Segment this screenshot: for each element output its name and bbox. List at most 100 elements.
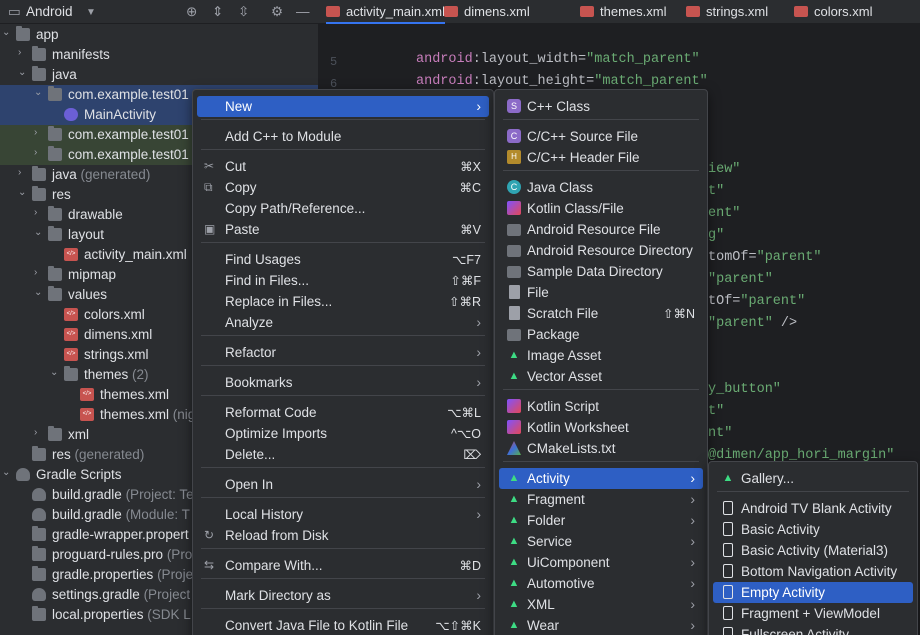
tree-item-java[interactable]: ⌄ java: [0, 65, 318, 85]
menu-item-kotlin-script[interactable]: Kotlin Script: [499, 396, 703, 417]
project-view-selector[interactable]: Android: [26, 4, 73, 19]
tab-dimens-xml[interactable]: dimens.xml: [444, 0, 530, 24]
code-line-fragment[interactable]: "parent" />: [708, 316, 797, 331]
menu-item-android-resource-directory[interactable]: Android Resource Directory: [499, 240, 703, 261]
code-line[interactable]: android:layout_width="match_parent": [416, 52, 700, 67]
menu-item-folder[interactable]: ▲ Folder ›: [499, 510, 703, 531]
chevron-right-icon[interactable]: ›: [18, 47, 28, 58]
chevron-down-icon[interactable]: ⌄: [2, 467, 12, 478]
code-line-fragment[interactable]: t": [708, 404, 724, 419]
menu-item-new[interactable]: New ›: [197, 96, 489, 117]
chevron-down-icon[interactable]: ▼: [86, 7, 96, 18]
menu-item-kotlin-worksheet[interactable]: Kotlin Worksheet: [499, 417, 703, 438]
locate-icon[interactable]: ⊕: [186, 4, 197, 20]
menu-item-optimize-imports[interactable]: Optimize Imports ^⌥O: [197, 423, 489, 444]
menu-item-paste[interactable]: ▣ Paste ⌘V: [197, 219, 489, 240]
menu-item-copy-path-reference[interactable]: Copy Path/Reference...: [197, 198, 489, 219]
menu-item-android-tv-blank-activity[interactable]: Android TV Blank Activity: [713, 498, 913, 519]
code-line-fragment[interactable]: tOf="parent": [708, 294, 805, 309]
menu-item-empty-activity[interactable]: Empty Activity: [713, 582, 913, 603]
menu-item-package[interactable]: Package: [499, 324, 703, 345]
chevron-down-icon[interactable]: ⌄: [34, 87, 44, 98]
menu-item-kotlin-class-file[interactable]: Kotlin Class/File: [499, 198, 703, 219]
code-line-fragment[interactable]: g": [708, 228, 724, 243]
menu-item-open-in[interactable]: Open In ›: [197, 474, 489, 495]
menu-item-fragment[interactable]: ▲ Fragment ›: [499, 489, 703, 510]
chevron-right-icon[interactable]: ›: [34, 147, 44, 158]
menu-item-reformat-code[interactable]: Reformat Code ⌥⌘L: [197, 402, 489, 423]
code-line-fragment[interactable]: "parent": [708, 272, 773, 287]
menu-item-c-class[interactable]: S C++ Class: [499, 96, 703, 117]
tab-themes-xml[interactable]: themes.xml: [580, 0, 666, 24]
chevron-down-icon[interactable]: ⌄: [34, 227, 44, 238]
menu-item-analyze[interactable]: Analyze ›: [197, 312, 489, 333]
chevron-right-icon[interactable]: ›: [34, 427, 44, 438]
menu-item-android-resource-file[interactable]: Android Resource File: [499, 219, 703, 240]
menu-item-vector-asset[interactable]: ▲ Vector Asset: [499, 366, 703, 387]
menu-item-automotive[interactable]: ▲ Automotive ›: [499, 573, 703, 594]
chevron-right-icon[interactable]: ›: [18, 167, 28, 178]
expand-all-icon[interactable]: ⇕: [212, 4, 223, 20]
menu-item-local-history[interactable]: Local History ›: [197, 504, 489, 525]
menu-item-compare-with[interactable]: ⇆ Compare With... ⌘D: [197, 555, 489, 576]
chevron-right-icon[interactable]: ›: [34, 127, 44, 138]
code-line-fragment[interactable]: ent": [708, 206, 740, 221]
menu-item-basic-activity-material3[interactable]: Basic Activity (Material3): [713, 540, 913, 561]
menu-item-mark-directory-as[interactable]: Mark Directory as ›: [197, 585, 489, 606]
menu-item-find-usages[interactable]: Find Usages ⌥F7: [197, 249, 489, 270]
menu-item-bookmarks[interactable]: Bookmarks ›: [197, 372, 489, 393]
tab-activity-main-xml[interactable]: activity_main.xml: [326, 0, 445, 24]
menu-item-fragment-viewmodel[interactable]: Fragment + ViewModel: [713, 603, 913, 624]
menu-item-cmakelists-txt[interactable]: CMakeLists.txt: [499, 438, 703, 459]
code-line-fragment[interactable]: tomOf="parent": [708, 250, 821, 265]
tree-item-app[interactable]: ⌄ app: [0, 25, 318, 45]
menu-item-refactor[interactable]: Refactor ›: [197, 342, 489, 363]
menu-item-c-c-source-file[interactable]: C C/C++ Source File: [499, 126, 703, 147]
menu-item-sample-data-directory[interactable]: Sample Data Directory: [499, 261, 703, 282]
menu-item-copy[interactable]: ⧉ Copy ⌘C: [197, 177, 489, 198]
menu-item-add-c-to-module[interactable]: Add C++ to Module: [197, 126, 489, 147]
code-line[interactable]: android:layout_height="match_parent": [416, 74, 708, 89]
collapse-all-icon[interactable]: ⇳: [238, 4, 249, 20]
menu-item-image-asset[interactable]: ▲ Image Asset: [499, 345, 703, 366]
menu-item-find-in-files[interactable]: Find in Files... ⇧⌘F: [197, 270, 489, 291]
tab-colors-xml[interactable]: colors.xml: [794, 0, 873, 24]
menu-item-file[interactable]: File: [499, 282, 703, 303]
menu-item-basic-activity[interactable]: Basic Activity: [713, 519, 913, 540]
menu-item-bottom-navigation-activity[interactable]: Bottom Navigation Activity: [713, 561, 913, 582]
chevron-down-icon[interactable]: ⌄: [18, 67, 28, 78]
code-line-fragment[interactable]: t": [708, 184, 724, 199]
chevron-down-icon[interactable]: ⌄: [2, 27, 12, 38]
code-line-fragment[interactable]: y_button": [708, 382, 781, 397]
android-view-icon[interactable]: ▭: [8, 4, 21, 20]
menu-item-fullscreen-activity[interactable]: Fullscreen Activity: [713, 624, 913, 635]
code-line-fragment[interactable]: iew": [708, 162, 740, 177]
menu-item-wear[interactable]: ▲ Wear ›: [499, 615, 703, 635]
menu-item-reload-from-disk[interactable]: ↻ Reload from Disk: [197, 525, 489, 546]
menu-item-java-class[interactable]: C Java Class: [499, 177, 703, 198]
chevron-right-icon[interactable]: ›: [34, 207, 44, 218]
chevron-down-icon[interactable]: ⌄: [50, 367, 60, 378]
menu-item-delete[interactable]: Delete... ⌦: [197, 444, 489, 465]
menu-item-scratch-file[interactable]: Scratch File ⇧⌘N: [499, 303, 703, 324]
chevron-down-icon[interactable]: ⌄: [18, 187, 28, 198]
menu-item-cut[interactable]: ✂ Cut ⌘X: [197, 156, 489, 177]
tab-strings-xml[interactable]: strings.xml: [686, 0, 768, 24]
tree-item-label: colors.xml: [84, 307, 145, 322]
menu-item-xml[interactable]: ▲ XML ›: [499, 594, 703, 615]
code-line-fragment[interactable]: nt": [708, 426, 732, 441]
menu-item-replace-in-files[interactable]: Replace in Files... ⇧⌘R: [197, 291, 489, 312]
menu-item-uicomponent[interactable]: ▲ UiComponent ›: [499, 552, 703, 573]
tree-item-manifests[interactable]: › manifests: [0, 45, 318, 65]
menu-item-label: Basic Activity: [741, 522, 820, 537]
chevron-right-icon[interactable]: ›: [34, 267, 44, 278]
chevron-down-icon[interactable]: ⌄: [34, 287, 44, 298]
menu-item-convert-java-file-to-kotlin-file[interactable]: Convert Java File to Kotlin File ⌥⇧⌘K: [197, 615, 489, 635]
scissors-icon: ✂: [204, 159, 215, 173]
minimize-icon[interactable]: —: [296, 4, 310, 19]
menu-item-gallery[interactable]: ▲ Gallery...: [713, 468, 913, 489]
menu-item-service[interactable]: ▲ Service ›: [499, 531, 703, 552]
gear-icon[interactable]: ⚙: [271, 4, 283, 20]
menu-item-activity[interactable]: ▲ Activity ›: [499, 468, 703, 489]
menu-item-c-c-header-file[interactable]: H C/C++ Header File: [499, 147, 703, 168]
